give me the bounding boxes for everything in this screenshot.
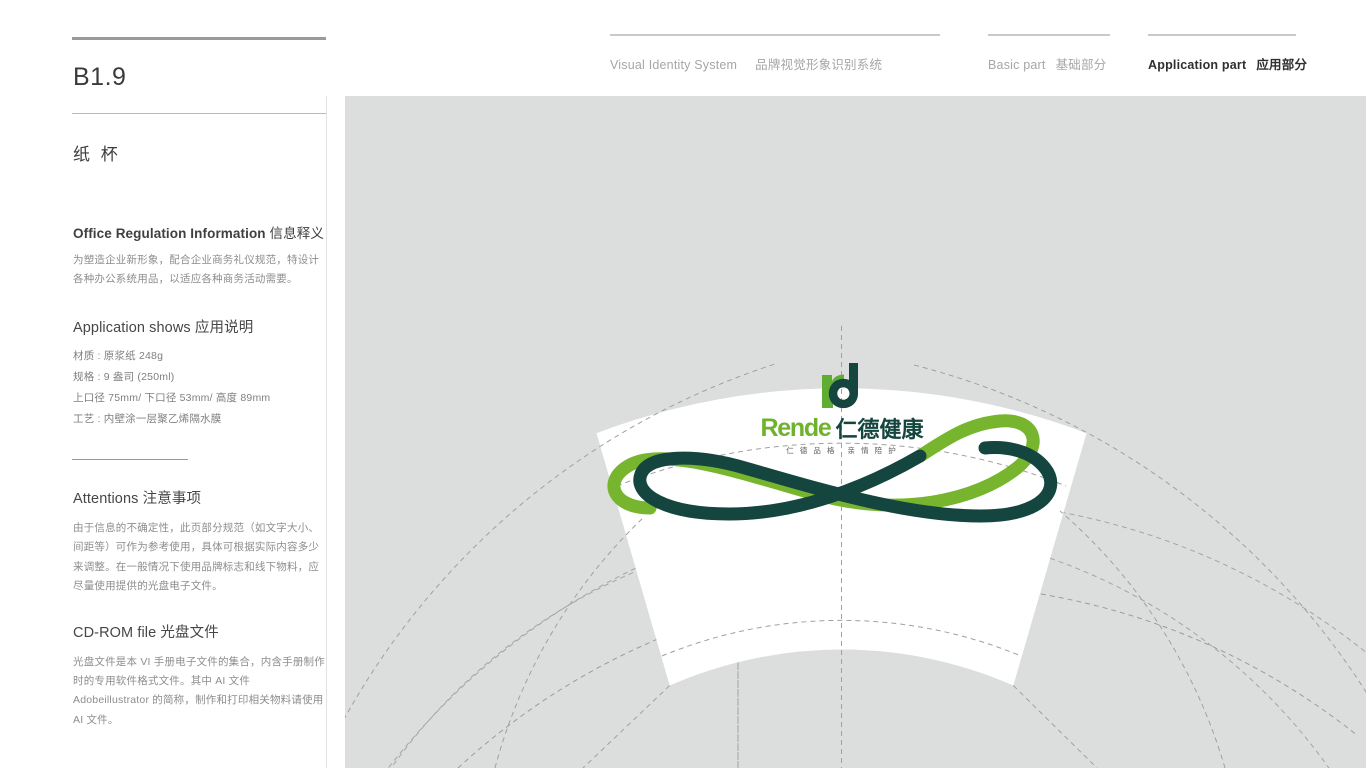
sidebar-divider-rule	[72, 458, 188, 460]
header-basic-part-block[interactable]: Basic part 基础部分	[988, 34, 1110, 72]
section-body-cdrom-file: 光盘文件是本 VI 手册电子文件的集合，内含手册制作时的专用软件格式文件。其中 …	[73, 655, 325, 726]
section-office-regulation: Office Regulation Information 信息释义 为塑造企业…	[72, 222, 326, 290]
sidebar-second-rule	[72, 113, 326, 114]
sidebar-top-rule	[72, 37, 326, 40]
brand-logo-large: Rende 仁德健康 仁 德 品 格 亲 情 陪 护	[742, 362, 942, 456]
header-system-line: Visual Identity System 品牌视觉形象识别系统	[610, 54, 882, 73]
header-rule-left	[610, 34, 940, 36]
logo-tagline-right: 亲 情 陪 护	[847, 446, 898, 455]
header-rule-application	[1148, 34, 1296, 36]
header-rule-basic	[988, 34, 1110, 36]
header-system-block: Visual Identity System 品牌视觉形象识别系统	[610, 34, 940, 72]
spec-list: 材质 : 原浆纸 248g 规格 : 9 盎司 (250ml) 上口径 75mm…	[73, 346, 326, 430]
heading-cn: 信息释义	[269, 226, 324, 241]
section-body-office-regulation: 为塑造企业新形象，配合企业商务礼仪规范，特设计各种办公系统用品，以适应各种商务活…	[73, 254, 320, 286]
page-title: 纸 杯	[73, 145, 121, 164]
heading-en: Application shows	[73, 319, 191, 336]
section-heading-cdrom-file: CD-ROM file 光盘文件	[73, 621, 326, 642]
guide-radial-dl	[582, 685, 671, 768]
spec-item-process: 工艺 : 内壁涂一层聚乙烯隔水膜	[73, 412, 222, 425]
page-code: B1.9	[73, 63, 127, 91]
header-system-en: Visual Identity System	[610, 58, 738, 72]
header-basic-part-cn: 基础部分	[1055, 58, 1107, 72]
header-application-part-line: Application part 应用部分	[1148, 54, 1307, 73]
logo-wordmark-en: Rende	[760, 414, 832, 442]
section-heading-application-shows: Application shows 应用说明	[73, 316, 326, 337]
spec-item-diameter: 上口径 75mm/ 下口径 53mm/ 高度 89mm	[73, 391, 271, 404]
header-basic-part-line: Basic part 基础部分	[988, 54, 1106, 73]
spec-item-material: 材质 : 原浆纸 248g	[73, 349, 164, 362]
header-application-part-en: Application part	[1148, 58, 1247, 72]
section-heading-office-regulation: Office Regulation Information 信息释义	[73, 222, 326, 242]
header-basic-part-en: Basic part	[988, 58, 1046, 72]
section-application-shows: Application shows 应用说明 材质 : 原浆纸 248g 规格 …	[72, 316, 326, 430]
heading-cn: 应用说明	[194, 319, 254, 336]
section-heading-attentions: Attentions 注意事项	[73, 487, 326, 508]
column-divider	[326, 96, 327, 768]
heading-cn: 注意事项	[142, 490, 202, 507]
vi-manual-page: Visual Identity System 品牌视觉形象识别系统 Basic p…	[0, 0, 1366, 768]
header-system-cn: 品牌视觉形象识别系统	[755, 58, 883, 72]
heading-en: CD-ROM file	[73, 624, 157, 641]
header-application-part-cn: 应用部分	[1256, 58, 1308, 72]
logo-tagline-left: 仁 德 品 格	[786, 446, 837, 455]
section-cdrom-file: CD-ROM file 光盘文件 光盘文件是本 VI 手册电子文件的集合，内含手…	[72, 621, 326, 731]
header-application-part-block[interactable]: Application part 应用部分	[1148, 34, 1307, 72]
sidebar: B1.9 纸 杯 Office Regulation Information 信…	[72, 0, 326, 768]
heading-cn: 光盘文件	[160, 624, 219, 641]
heading-en: Attentions	[73, 490, 139, 507]
rende-logo-mark	[822, 363, 858, 409]
spec-item-size: 规格 : 9 盎司 (250ml)	[73, 370, 175, 383]
heading-en: Office Regulation Information	[73, 226, 266, 241]
section-attentions: Attentions 注意事项 由于信息的不确定性，此页部分规范（如文字大小、间…	[72, 487, 326, 597]
artboard: Rende 仁德健康 仁 德 品 格 亲 情 陪 护	[345, 96, 1366, 768]
section-body-attentions: 由于信息的不确定性，此页部分规范（如文字大小、间距等）可作为参考使用，具体可根据…	[73, 521, 320, 593]
guide-arc-lower-right	[1059, 510, 1226, 768]
logo-wordmark-cn: 仁德健康	[835, 417, 924, 442]
guide-radial-dr	[1012, 685, 1098, 768]
logo-wordmark-line: Rende 仁德健康	[742, 416, 942, 441]
logo-tagline: 仁 德 品 格 亲 情 陪 护	[742, 445, 942, 456]
